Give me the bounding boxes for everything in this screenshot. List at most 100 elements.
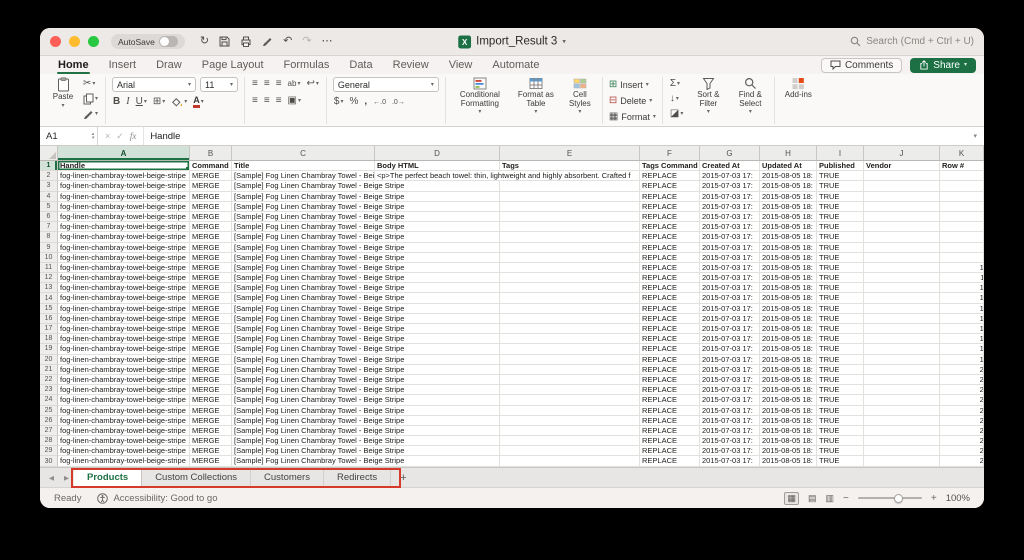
cell-K16[interactable]: 15 [940,314,984,324]
cell-B6[interactable]: MERGE [190,212,232,222]
cell-I6[interactable]: TRUE [817,212,864,222]
fill-color-button[interactable]: ▾ [170,95,188,109]
cell-H18[interactable]: 2015-08-05 18: [760,334,817,344]
cell-B24[interactable]: MERGE [190,395,232,405]
cell-F16[interactable]: REPLACE [640,314,700,324]
accessibility-status[interactable]: Accessibility: Good to go [97,493,217,504]
cell-C29[interactable]: [Sample] Fog Linen Chambray Towel - Beig… [232,446,375,456]
cell-F1[interactable]: Tags Command [640,161,700,171]
cell-A4[interactable]: fog-linen-chambray-towel-beige-stripe [58,192,190,202]
cell-I1[interactable]: Published [817,161,864,171]
paste-button[interactable]: Paste ▾ [48,77,78,109]
column-header-E[interactable]: E [500,146,640,160]
cell-C12[interactable]: [Sample] Fog Linen Chambray Towel - Beig… [232,273,375,283]
cell-I24[interactable]: TRUE [817,395,864,405]
cell-H4[interactable]: 2015-08-05 18: [760,192,817,202]
cell-K21[interactable]: 20 [940,365,984,375]
cell-I12[interactable]: TRUE [817,273,864,283]
tab-automate[interactable]: Automate [482,56,549,74]
cell-H5[interactable]: 2015-08-05 18: [760,202,817,212]
cell-H22[interactable]: 2015-08-05 18: [760,375,817,385]
cell-F13[interactable]: REPLACE [640,283,700,293]
cell-H21[interactable]: 2015-08-05 18: [760,365,817,375]
row-header-16[interactable]: 16 [40,314,58,324]
row-header-23[interactable]: 23 [40,385,58,395]
row-header-29[interactable]: 29 [40,446,58,456]
cell-I20[interactable]: TRUE [817,355,864,365]
sheet-tab-redirects[interactable]: Redirects [324,468,391,487]
cell-B14[interactable]: MERGE [190,293,232,303]
cell-C8[interactable]: [Sample] Fog Linen Chambray Towel - Beig… [232,232,375,242]
row-header-26[interactable]: 26 [40,416,58,426]
cell-G20[interactable]: 2015-07-03 17: [700,355,760,365]
cell-E16[interactable] [500,314,640,324]
cell-A22[interactable]: fog-linen-chambray-towel-beige-stripe [58,375,190,385]
row-header-21[interactable]: 21 [40,365,58,375]
cell-H24[interactable]: 2015-08-05 18: [760,395,817,405]
cell-J30[interactable] [864,456,940,466]
cell-I2[interactable]: TRUE [817,171,864,181]
cell-J26[interactable] [864,416,940,426]
cell-G24[interactable]: 2015-07-03 17: [700,395,760,405]
cell-K2[interactable]: 1 [940,171,984,181]
cell-B15[interactable]: MERGE [190,304,232,314]
cell-G22[interactable]: 2015-07-03 17: [700,375,760,385]
name-box[interactable]: A1 ▴▾ [40,127,98,145]
cell-C6[interactable]: [Sample] Fog Linen Chambray Towel - Beig… [232,212,375,222]
cut-button[interactable]: ✂▾ [82,77,99,91]
cell-F27[interactable]: REPLACE [640,426,700,436]
cell-H12[interactable]: 2015-08-05 18: [760,273,817,283]
cell-C14[interactable]: [Sample] Fog Linen Chambray Towel - Beig… [232,293,375,303]
cell-H25[interactable]: 2015-08-05 18: [760,406,817,416]
cell-J1[interactable]: Vendor [864,161,940,171]
cell-B13[interactable]: MERGE [190,283,232,293]
cell-A18[interactable]: fog-linen-chambray-towel-beige-stripe [58,334,190,344]
cell-H20[interactable]: 2015-08-05 18: [760,355,817,365]
cell-K14[interactable]: 13 [940,293,984,303]
format-as-table-button[interactable]: Format as Table ▾ [515,77,557,115]
cell-I11[interactable]: TRUE [817,263,864,273]
cell-A23[interactable]: fog-linen-chambray-towel-beige-stripe [58,385,190,395]
cell-E6[interactable] [500,212,640,222]
column-header-J[interactable]: J [864,146,940,160]
cell-A21[interactable]: fog-linen-chambray-towel-beige-stripe [58,365,190,375]
row-header-4[interactable]: 4 [40,192,58,202]
cell-E9[interactable] [500,243,640,253]
row-header-9[interactable]: 9 [40,243,58,253]
save-icon[interactable] [219,36,230,47]
zoom-percent[interactable]: 100% [946,493,970,504]
align-center-button[interactable]: ≡ [263,77,271,91]
cell-K7[interactable]: 6 [940,222,984,232]
cell-J24[interactable] [864,395,940,405]
cell-A11[interactable]: fog-linen-chambray-towel-beige-stripe [58,263,190,273]
cell-E13[interactable] [500,283,640,293]
select-all-corner[interactable] [40,146,58,160]
cell-J19[interactable] [864,344,940,354]
row-header-15[interactable]: 15 [40,304,58,314]
tab-insert[interactable]: Insert [99,56,147,74]
cell-F8[interactable]: REPLACE [640,232,700,242]
cell-F22[interactable]: REPLACE [640,375,700,385]
cell-A25[interactable]: fog-linen-chambray-towel-beige-stripe [58,406,190,416]
cell-E8[interactable] [500,232,640,242]
cell-G11[interactable]: 2015-07-03 17: [700,263,760,273]
close-window-button[interactable] [50,36,61,47]
cell-F10[interactable]: REPLACE [640,253,700,263]
sheet-tab-custom-collections[interactable]: Custom Collections [142,468,251,487]
cell-J6[interactable] [864,212,940,222]
cell-B10[interactable]: MERGE [190,253,232,263]
cell-J18[interactable] [864,334,940,344]
cell-A19[interactable]: fog-linen-chambray-towel-beige-stripe [58,344,190,354]
more-icon[interactable]: ⋯ [322,36,333,47]
cell-E24[interactable] [500,395,640,405]
bold-button[interactable]: B [112,95,121,109]
cell-I17[interactable]: TRUE [817,324,864,334]
cell-E11[interactable] [500,263,640,273]
cell-E26[interactable] [500,416,640,426]
cell-G13[interactable]: 2015-07-03 17: [700,283,760,293]
cell-F28[interactable]: REPLACE [640,436,700,446]
underline-button[interactable]: U▾ [135,95,148,109]
cell-E23[interactable] [500,385,640,395]
cell-F23[interactable]: REPLACE [640,385,700,395]
cell-E22[interactable] [500,375,640,385]
